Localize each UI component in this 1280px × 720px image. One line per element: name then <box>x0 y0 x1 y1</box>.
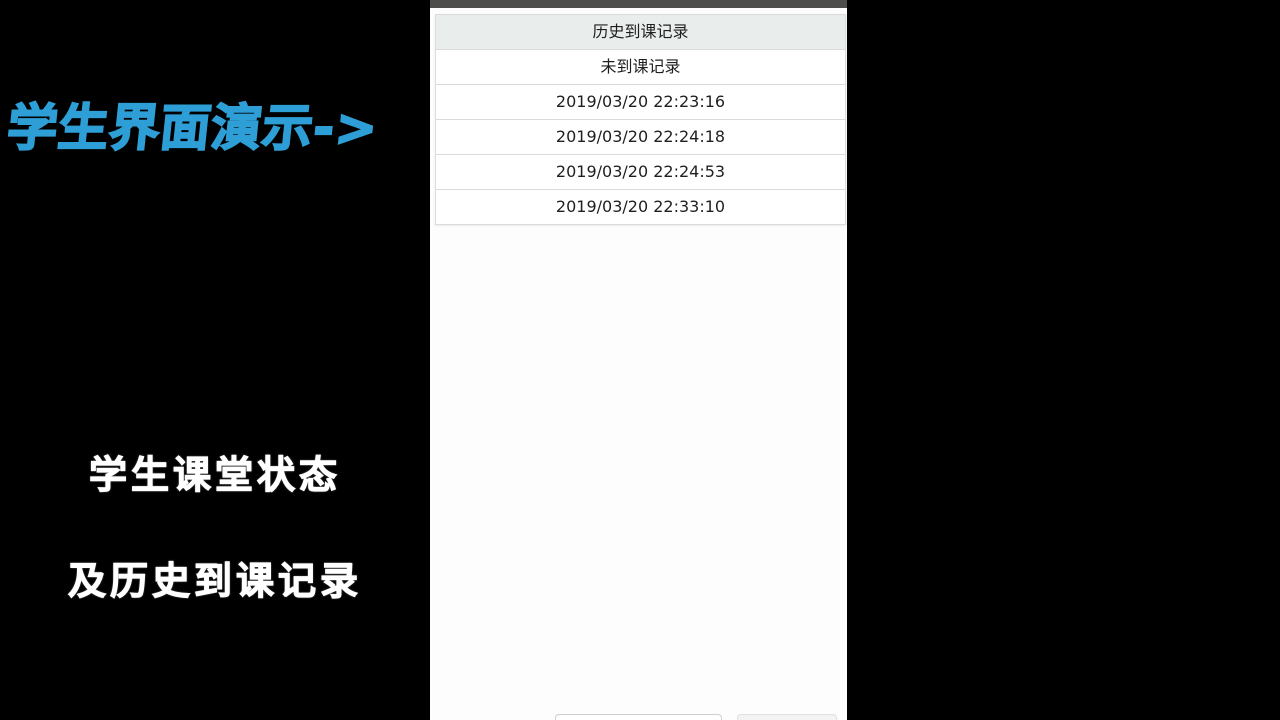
table-row[interactable]: 2019/03/20 22:24:53 <box>436 155 845 190</box>
table-header-history: 历史到课记录 <box>436 15 845 50</box>
video-frame: 学生界面演示-> 学生课堂状态 及历史到课记录 历史到课记录 未到课记录 201… <box>0 0 1280 720</box>
subtitle-caption-line1: 学生课堂状态 <box>88 453 341 498</box>
status-bar <box>430 0 847 8</box>
phone-screen: 历史到课记录 未到课记录 2019/03/20 22:23:16 2019/03… <box>430 0 847 720</box>
bottom-button-left[interactable] <box>555 714 722 720</box>
bottom-button-right[interactable] <box>737 714 837 720</box>
demo-title-caption: 学生界面演示-> <box>4 98 383 158</box>
table-row[interactable]: 2019/03/20 22:24:18 <box>436 120 845 155</box>
subtitle-caption-line2: 及历史到课记录 <box>67 559 362 604</box>
table-row-absent-records[interactable]: 未到课记录 <box>436 50 845 85</box>
attendance-history-table: 历史到课记录 未到课记录 2019/03/20 22:23:16 2019/03… <box>435 14 846 225</box>
table-row[interactable]: 2019/03/20 22:33:10 <box>436 190 845 225</box>
table-row[interactable]: 2019/03/20 22:23:16 <box>436 85 845 120</box>
